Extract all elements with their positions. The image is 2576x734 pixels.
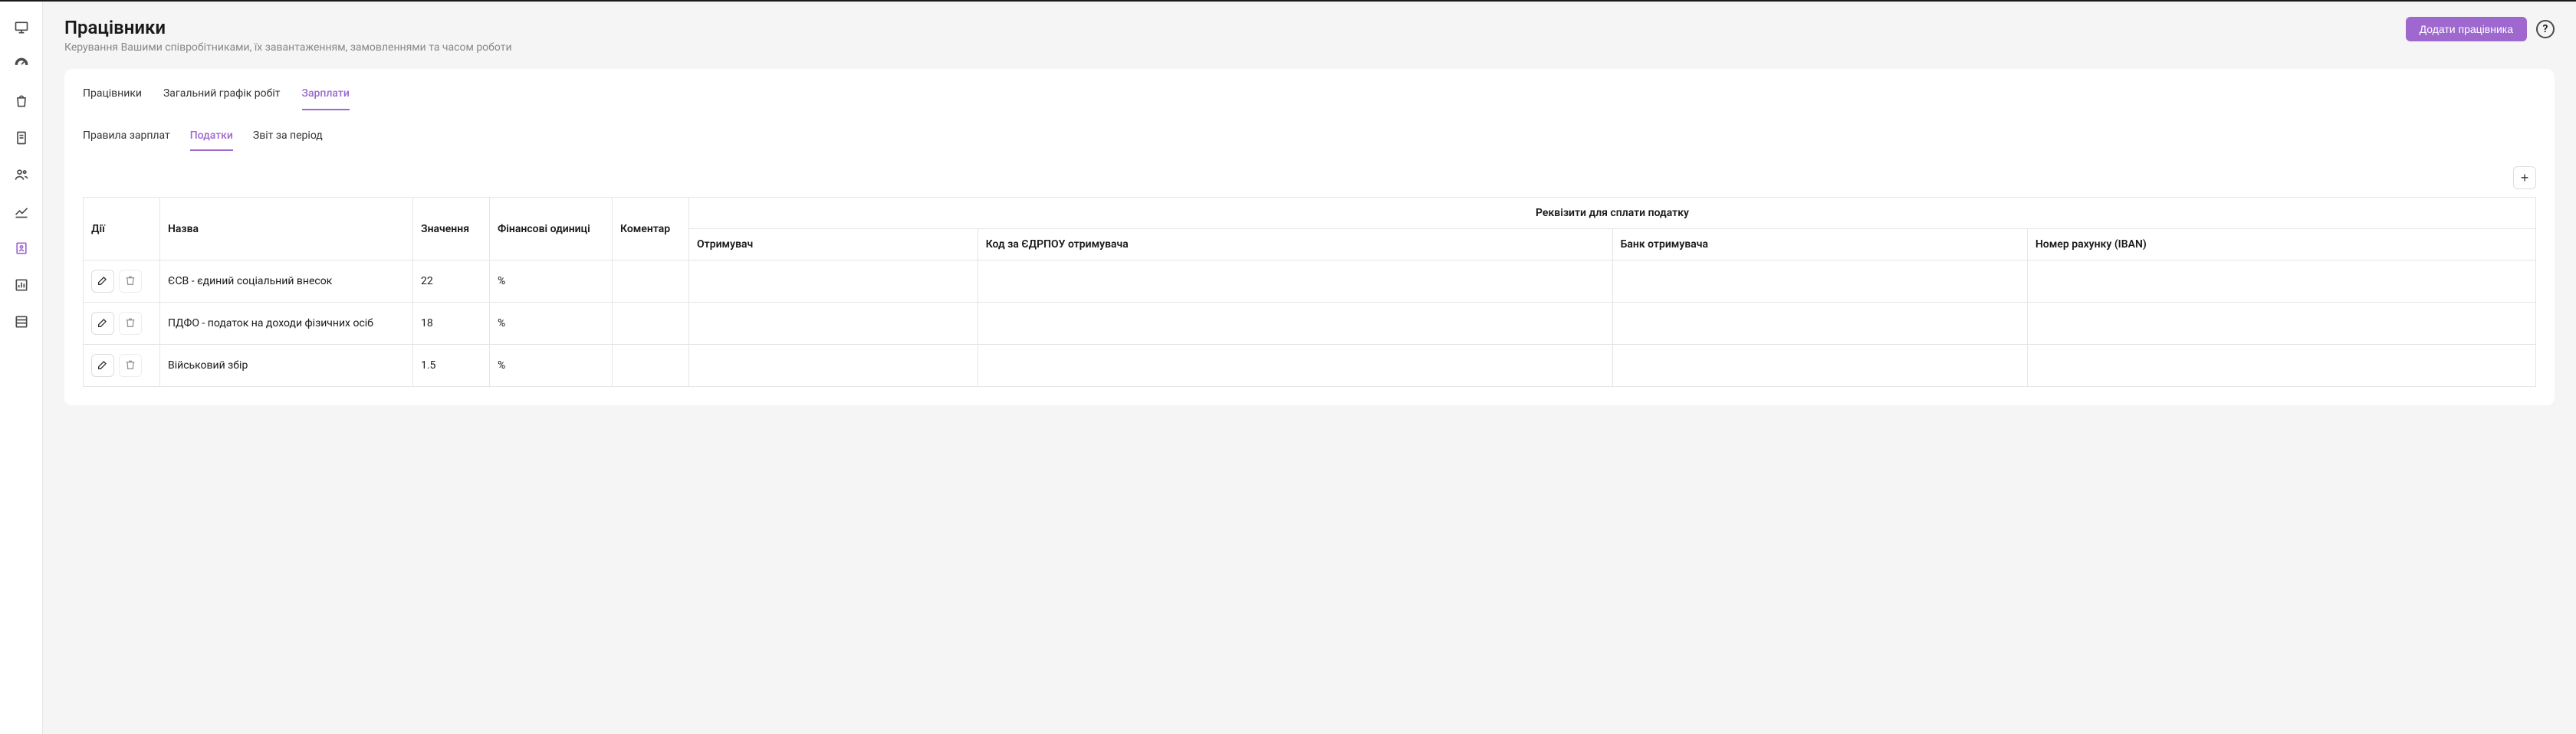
cell-iban xyxy=(2027,261,2535,303)
tab-schedule[interactable]: Загальний графік робіт xyxy=(163,83,281,110)
cell-edrpou xyxy=(978,261,1612,303)
table-toolbar: + xyxy=(83,166,2536,189)
edit-icon xyxy=(97,359,109,373)
table-row: Військовий збір 1.5 % xyxy=(84,345,2536,387)
subtab-salary-rules[interactable]: Правила зарплат xyxy=(83,125,170,151)
gauge-icon xyxy=(14,57,29,72)
table-row: ЄСВ - єдиний соціальний внесок 22 % xyxy=(84,261,2536,303)
cell-bank xyxy=(1612,345,2027,387)
taxes-table: Дії Назва Значення Фінансові одиниці Ком… xyxy=(83,197,2536,387)
cell-edrpou xyxy=(978,345,1612,387)
delete-button[interactable] xyxy=(119,270,142,293)
cell-name: ЄСВ - єдиний соціальний внесок xyxy=(160,261,413,303)
edit-button[interactable] xyxy=(91,270,114,293)
th-iban: Номер рахунку (IBAN) xyxy=(2027,229,2535,261)
th-name: Назва xyxy=(160,198,413,261)
monitor-icon xyxy=(14,20,29,35)
sidebar-item-analytics[interactable] xyxy=(8,198,35,225)
plus-icon: + xyxy=(2521,170,2529,186)
cell-name: Військовий збір xyxy=(160,345,413,387)
th-recipient: Отримувач xyxy=(689,229,978,261)
sidebar-item-docs[interactable] xyxy=(8,308,35,336)
help-icon[interactable]: ? xyxy=(2536,20,2555,38)
sidebar-item-orders[interactable] xyxy=(8,87,35,115)
primary-tabs: Працівники Загальний графік робіт Зарпла… xyxy=(83,83,2536,111)
cell-comment xyxy=(613,303,689,345)
receipt-icon xyxy=(14,130,29,146)
sidebar-item-finance[interactable] xyxy=(8,124,35,152)
th-bank: Банк отримувача xyxy=(1612,229,2027,261)
subtab-period-report[interactable]: Звіт за період xyxy=(253,125,323,151)
sidebar-item-employees[interactable] xyxy=(8,234,35,262)
sidebar xyxy=(0,2,43,734)
th-comment: Коментар xyxy=(613,198,689,261)
page-subtitle: Керування Вашими співробітниками, їх зав… xyxy=(64,41,512,54)
th-value: Значення xyxy=(413,198,490,261)
cell-recipient xyxy=(689,303,978,345)
secondary-tabs: Правила зарплат Податки Звіт за період xyxy=(83,125,2536,151)
tab-employees[interactable]: Працівники xyxy=(83,83,142,110)
cell-recipient xyxy=(689,261,978,303)
cell-value: 1.5 xyxy=(413,345,490,387)
trash-icon xyxy=(124,359,136,373)
cell-edrpou xyxy=(978,303,1612,345)
id-badge-icon xyxy=(14,241,29,256)
content-card: Працівники Загальний графік робіт Зарпла… xyxy=(64,69,2555,405)
table-row: ПДФО - податок на доходи фізичних осіб 1… xyxy=(84,303,2536,345)
page-header: Працівники Керування Вашими співробітник… xyxy=(64,17,2555,54)
users-icon xyxy=(14,167,29,182)
subtab-taxes[interactable]: Податки xyxy=(190,125,233,151)
sidebar-item-reports[interactable] xyxy=(8,271,35,299)
th-requisites-group: Реквізити для сплати податку xyxy=(689,198,2536,229)
delete-button[interactable] xyxy=(119,354,142,377)
cell-comment xyxy=(613,261,689,303)
cell-value: 18 xyxy=(413,303,490,345)
th-edrpou: Код за ЄДРПОУ отримувача xyxy=(978,229,1612,261)
edit-button[interactable] xyxy=(91,354,114,377)
add-employee-button[interactable]: Додати працівника xyxy=(2406,17,2527,41)
cell-iban xyxy=(2027,303,2535,345)
bag-icon xyxy=(14,93,29,109)
delete-button[interactable] xyxy=(119,312,142,335)
add-row-button[interactable]: + xyxy=(2513,166,2536,189)
sidebar-item-clients[interactable] xyxy=(8,161,35,188)
tab-salaries[interactable]: Зарплати xyxy=(302,83,350,110)
page-title: Працівники xyxy=(64,17,512,38)
sidebar-item-time[interactable] xyxy=(8,51,35,78)
cell-comment xyxy=(613,345,689,387)
cell-bank xyxy=(1612,261,2027,303)
cell-unit: % xyxy=(490,303,613,345)
cell-unit: % xyxy=(490,261,613,303)
edit-icon xyxy=(97,274,109,289)
trash-icon xyxy=(124,316,136,331)
chart-line-icon xyxy=(14,204,29,219)
edit-icon xyxy=(97,316,109,331)
edit-button[interactable] xyxy=(91,312,114,335)
layout-icon xyxy=(14,314,29,329)
th-unit: Фінансові одиниці xyxy=(490,198,613,261)
main-content: Працівники Керування Вашими співробітник… xyxy=(43,2,2576,734)
bar-chart-icon xyxy=(14,277,29,293)
cell-recipient xyxy=(689,345,978,387)
cell-name: ПДФО - податок на доходи фізичних осіб xyxy=(160,303,413,345)
cell-unit: % xyxy=(490,345,613,387)
sidebar-item-dashboard[interactable] xyxy=(8,14,35,41)
cell-iban xyxy=(2027,345,2535,387)
cell-bank xyxy=(1612,303,2027,345)
th-actions: Дії xyxy=(84,198,160,261)
cell-value: 22 xyxy=(413,261,490,303)
trash-icon xyxy=(124,274,136,289)
